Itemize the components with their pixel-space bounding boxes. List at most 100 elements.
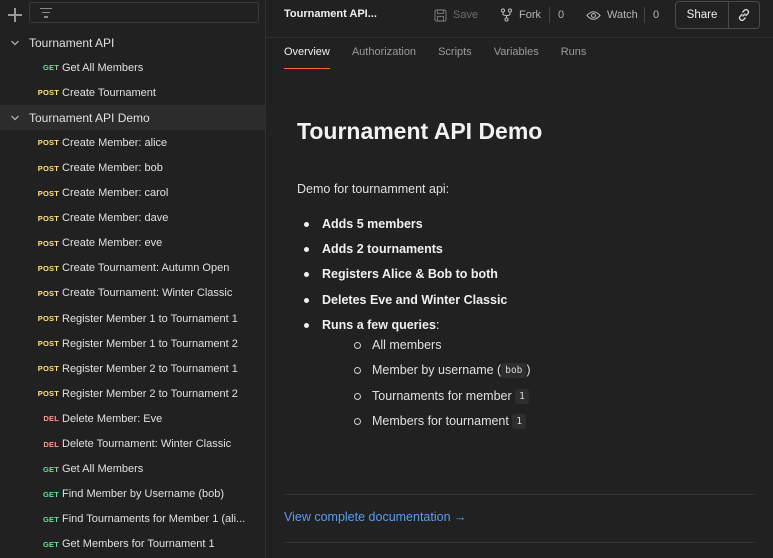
sub-bullet-text: Member by username ( (372, 363, 502, 378)
sidebar-request-label: Delete Member: Eve (62, 412, 163, 425)
page-title: Tournament API Demo (297, 118, 543, 144)
save-icon (434, 8, 447, 22)
fork-label: Fork (519, 9, 541, 21)
filter-icon (40, 7, 52, 18)
method-badge: POST (37, 88, 59, 98)
method-badge: POST (37, 314, 59, 324)
sidebar-request-item[interactable]: GET Get All Members (0, 55, 265, 80)
bullet-text: Deletes Eve and Winter Classic (322, 292, 508, 307)
watch-button[interactable]: Watch (586, 7, 638, 23)
sidebar-request-label: Create Tournament (62, 86, 156, 99)
sidebar-request-label: Find Member by Username (bob) (62, 488, 225, 501)
sidebar-request-item[interactable]: POST Register Member 2 to Tournament 1 (0, 356, 265, 381)
method-badge: POST (37, 389, 59, 399)
sidebar-request-item[interactable]: POST Create Member: carol (0, 181, 265, 206)
watch-label: Watch (607, 9, 638, 21)
sidebar-request-item[interactable]: GET Find Tournaments for Member 1 (ali... (0, 507, 265, 532)
chevron-down-icon[interactable] (10, 38, 20, 48)
sidebar-request-label: Create Member: alice (62, 136, 168, 149)
method-badge: POST (37, 339, 59, 349)
method-badge: GET (42, 539, 59, 549)
bullet-item: Adds 2 tournaments (297, 240, 747, 265)
sidebar-request-item[interactable]: POST Create Tournament: Autumn Open (0, 256, 265, 281)
divider (284, 494, 755, 495)
sidebar-request-item[interactable]: POST Register Member 1 to Tournament 2 (0, 331, 265, 356)
tab-scripts[interactable]: Scripts (438, 46, 472, 69)
sub-bullet-list: All members Member by username (bob) Tou… (322, 334, 747, 436)
sidebar-request-item[interactable]: POST Create Member: alice (0, 130, 265, 155)
sidebar-request-item[interactable]: GET Get Members for Tournament 1 (0, 532, 265, 557)
sidebar-request-label: Create Tournament: Autumn Open (62, 262, 230, 275)
inline-code: 1 (512, 414, 527, 430)
link-icon (738, 8, 750, 22)
sub-bullet-item: Tournaments for member 1 (322, 385, 747, 411)
share-button[interactable]: Share (676, 2, 729, 28)
sub-bullet-text: Tournaments for member (372, 388, 512, 403)
tab-bar: Overview Authorization Scripts Variables Run… (284, 46, 608, 70)
sidebar-request-label: Register Member 1 to Tournament 1 (62, 312, 238, 325)
sidebar-request-item[interactable]: GET Get All Members (0, 457, 265, 482)
bullet-item: Registers Alice & Bob to both (297, 265, 747, 290)
sidebar-request-label: Get All Members (62, 61, 144, 74)
fork-button[interactable]: Fork (500, 7, 541, 23)
sidebar-request-item[interactable]: POST Register Member 2 to Tournament 2 (0, 381, 265, 406)
sidebar-request-label: Create Member: carol (62, 187, 169, 200)
sidebar-request-item[interactable]: POST Create Member: dave (0, 206, 265, 231)
sidebar-request-label: Find Tournaments for Member 1 (ali... (62, 513, 246, 526)
method-badge: POST (37, 163, 59, 173)
bullet-text: Registers Alice & Bob to both (322, 267, 498, 282)
sidebar: Tournament API GET Get All Members POST Crea… (0, 0, 266, 558)
method-badge: POST (37, 213, 59, 223)
sidebar-request-item[interactable]: POST Register Member 1 to Tournament 1 (0, 306, 265, 331)
sidebar-request-label: Register Member 1 to Tournament 2 (62, 337, 238, 350)
share-group: Share (675, 1, 760, 29)
sidebar-folder[interactable]: Tournament API Demo (0, 105, 265, 131)
sidebar-request-label: Create Tournament: Winter Classic (62, 287, 233, 300)
method-badge: POST (37, 188, 59, 198)
tab-authorization[interactable]: Authorization (352, 46, 416, 69)
method-badge: POST (37, 364, 59, 374)
fork-count: 0 (549, 7, 564, 23)
sidebar-folder[interactable]: Tournament API (0, 30, 265, 55)
sidebar-request-label: Get All Members (62, 463, 144, 476)
plus-icon[interactable] (8, 8, 22, 22)
tab-runs[interactable]: Runs (561, 46, 587, 69)
save-button[interactable]: Save (434, 7, 478, 23)
sidebar-folder-label: Tournament API (29, 35, 115, 50)
copy-link-button[interactable] (729, 2, 759, 28)
bullet-text: Adds 5 members (322, 217, 423, 231)
sidebar-request-item[interactable]: POST Create Tournament: Winter Classic (0, 281, 265, 306)
bullet-text: Adds 2 tournaments (322, 242, 443, 257)
inline-code: bob (501, 363, 527, 379)
save-label: Save (453, 9, 479, 21)
bullet-item: Adds 5 members (297, 215, 747, 240)
bullet-text: Runs a few queries (322, 317, 436, 332)
bullet-colon: : (435, 317, 440, 332)
sidebar-request-item[interactable]: DEL Delete Member: Eve (0, 406, 265, 431)
collection-title[interactable]: Tournament API... (284, 8, 377, 20)
tab-variables[interactable]: Variables (494, 46, 539, 69)
sidebar-request-label: Register Member 2 to Tournament 2 (62, 387, 238, 400)
fork-icon (500, 8, 513, 22)
method-badge: GET (42, 464, 59, 474)
sidebar-request-item[interactable]: POST Create Member: eve (0, 231, 265, 256)
sidebar-request-item[interactable]: DEL Delete Tournament: Winter Classic (0, 432, 265, 457)
method-badge: GET (42, 514, 59, 524)
sidebar-request-item[interactable]: POST Create Tournament (0, 80, 265, 105)
eye-icon (586, 10, 601, 20)
method-badge: DEL (43, 414, 59, 424)
header: Tournament API... Save Fork 0 Watch 0 Sh… (266, 0, 773, 38)
sub-bullet-item: Member by username (bob) (322, 359, 747, 385)
sidebar-request-item[interactable]: GET Find Member by Username (bob) (0, 482, 265, 507)
method-badge: POST (37, 263, 59, 273)
chevron-down-icon[interactable] (10, 113, 20, 123)
sidebar-request-label: Delete Tournament: Winter Classic (62, 438, 232, 451)
filter-input[interactable] (29, 2, 259, 23)
view-documentation-link[interactable]: View complete documentation → (284, 510, 467, 524)
method-badge: POST (37, 288, 59, 298)
tab-overview[interactable]: Overview (284, 46, 330, 69)
divider (284, 542, 755, 543)
sidebar-request-label: Create Member: dave (62, 212, 169, 225)
sub-bullet-text: All members (372, 337, 442, 352)
sidebar-request-item[interactable]: POST Create Member: bob (0, 155, 265, 180)
